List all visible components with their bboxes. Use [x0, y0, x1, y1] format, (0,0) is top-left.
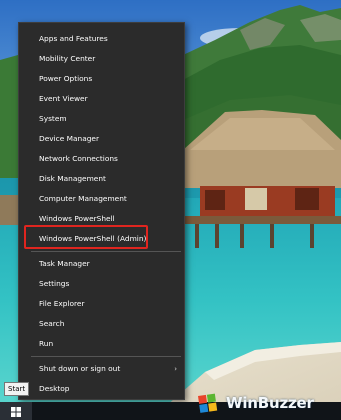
menu-item-mobility-center[interactable]: Mobility Center	[19, 49, 184, 69]
menu-item-desktop[interactable]: Desktop	[19, 379, 184, 399]
menu-item-label: Windows PowerShell	[39, 214, 115, 223]
menu-item-label: Power Options	[39, 74, 93, 83]
menu-item-label: Computer Management	[39, 194, 127, 203]
menu-item-label: Task Manager	[39, 259, 90, 268]
menu-item-task-manager[interactable]: Task Manager	[19, 254, 184, 274]
menu-separator	[31, 356, 181, 357]
watermark-text: WinBuzzer	[226, 394, 314, 412]
menu-separator	[31, 251, 181, 252]
menu-item-run[interactable]: Run	[19, 334, 184, 354]
menu-item-disk-management[interactable]: Disk Management	[19, 169, 184, 189]
menu-item-label: File Explorer	[39, 299, 85, 308]
menu-item-label: Windows PowerShell (Admin)	[39, 234, 147, 243]
menu-item-windows-powershell-admin[interactable]: Windows PowerShell (Admin)	[19, 229, 184, 249]
menu-item-device-manager[interactable]: Device Manager	[19, 129, 184, 149]
start-tooltip: Start	[4, 382, 30, 396]
power-user-menu: Apps and Features Mobility Center Power …	[18, 22, 185, 400]
menu-item-apps-and-features[interactable]: Apps and Features	[19, 29, 184, 49]
menu-item-label: Settings	[39, 279, 70, 288]
menu-item-file-explorer[interactable]: File Explorer	[19, 294, 184, 314]
chevron-right-icon: ›	[174, 365, 177, 373]
menu-item-windows-powershell[interactable]: Windows PowerShell	[19, 209, 184, 229]
start-button[interactable]	[0, 402, 32, 420]
menu-item-shut-down-or-sign-out[interactable]: Shut down or sign out ›	[19, 359, 184, 379]
menu-item-settings[interactable]: Settings	[19, 274, 184, 294]
menu-item-label: Desktop	[39, 384, 70, 393]
menu-item-label: Network Connections	[39, 154, 118, 163]
menu-item-label: Apps and Features	[39, 34, 108, 43]
menu-item-power-options[interactable]: Power Options	[19, 69, 184, 89]
windows-logo-icon	[11, 407, 21, 417]
menu-item-system[interactable]: System	[19, 109, 184, 129]
menu-item-search[interactable]: Search	[19, 314, 184, 334]
menu-item-label: Event Viewer	[39, 94, 88, 103]
menu-item-network-connections[interactable]: Network Connections	[19, 149, 184, 169]
menu-item-label: Search	[39, 319, 65, 328]
menu-item-event-viewer[interactable]: Event Viewer	[19, 89, 184, 109]
menu-item-label: Disk Management	[39, 174, 106, 183]
menu-item-label: Shut down or sign out	[39, 364, 121, 373]
menu-item-computer-management[interactable]: Computer Management	[19, 189, 184, 209]
menu-item-label: Run	[39, 339, 54, 348]
menu-item-label: Device Manager	[39, 134, 100, 143]
menu-item-label: System	[39, 114, 67, 123]
menu-item-label: Mobility Center	[39, 54, 96, 63]
